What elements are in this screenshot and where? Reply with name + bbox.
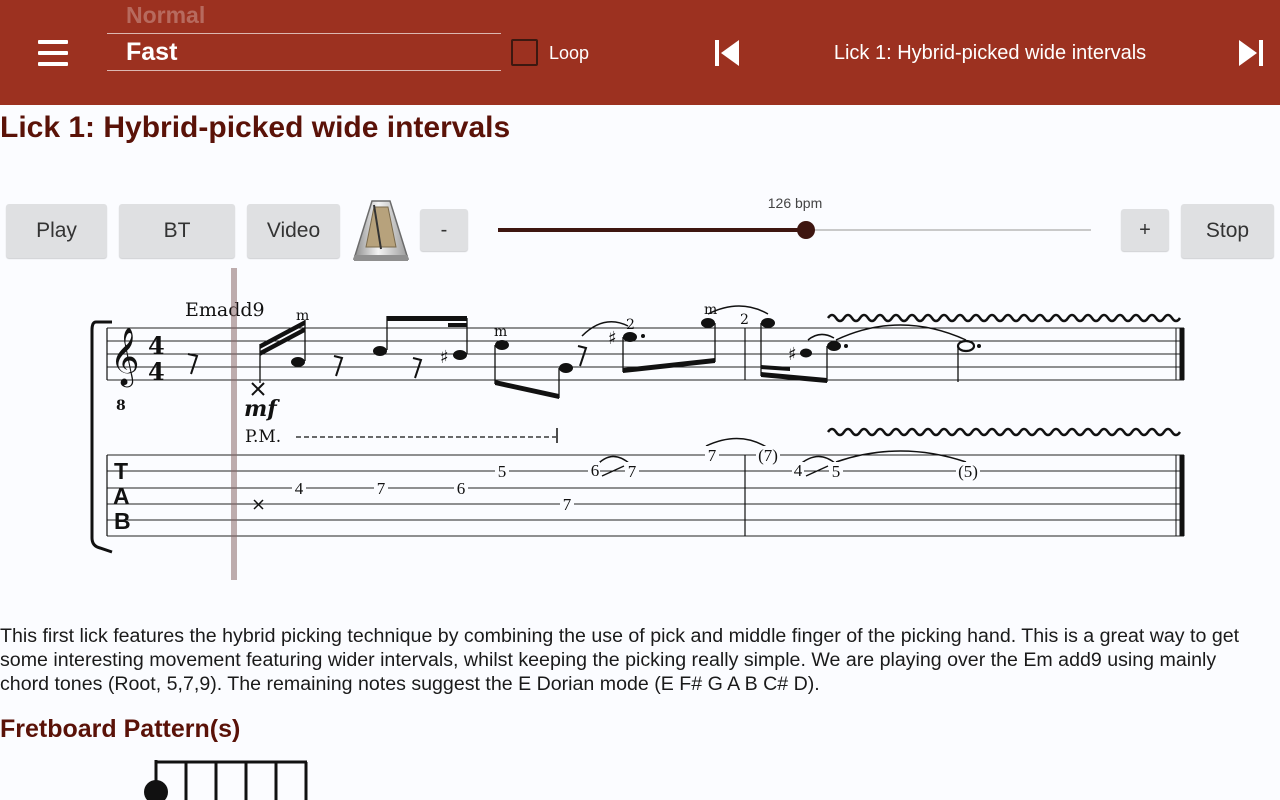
loop-checkbox[interactable]: [511, 39, 538, 66]
svg-text:7: 7: [563, 495, 572, 514]
top-app-bar: Normal Fast Loop Lick 1: Hybrid-picked w…: [0, 0, 1280, 105]
hamburger-menu-icon[interactable]: [34, 36, 72, 70]
svg-text:m: m: [494, 324, 507, 340]
svg-text:2: 2: [740, 312, 749, 328]
treble-clef-icon: 𝄞: [110, 327, 140, 388]
video-button[interactable]: Video: [247, 204, 340, 258]
picker-divider: [107, 33, 501, 34]
picker-divider: [107, 70, 501, 71]
note-heads: [291, 318, 841, 373]
tempo-slider[interactable]: [498, 221, 1091, 239]
system-bracket: [90, 320, 113, 554]
lesson-title: Lick 1: Hybrid-picked wide intervals: [833, 42, 1147, 64]
dot: [977, 344, 981, 348]
svg-text:4: 4: [794, 461, 803, 480]
finger-marks: m m m 2 2: [296, 302, 749, 340]
dot: [641, 334, 645, 338]
svg-text:T: T: [114, 458, 128, 484]
stop-button[interactable]: Stop: [1181, 204, 1274, 258]
svg-text:(7): (7): [758, 446, 778, 465]
slurs: [581, 305, 967, 467]
notation-area: 𝄞 8 4 4 Emadd9 ♯ ♯ ♯ m m m 2 2 mf P.M. T…: [0, 266, 1280, 586]
palm-mute-label: P.M.: [245, 427, 281, 447]
dynamic-marking: mf: [244, 396, 280, 422]
page-title: Lick 1: Hybrid-picked wide intervals: [0, 111, 511, 144]
clef-octave-label: 8: [116, 398, 126, 414]
time-signature-bottom: 4: [148, 357, 165, 386]
svg-text:B: B: [114, 508, 131, 534]
svg-text:♯: ♯: [788, 344, 797, 365]
svg-text:5: 5: [498, 462, 507, 481]
tempo-slider-thumb[interactable]: [797, 221, 816, 239]
speed-option-previous[interactable]: Normal: [126, 2, 205, 29]
lesson-description: This first lick features the hybrid pick…: [0, 625, 1240, 695]
tempo-slider-fill: [498, 228, 807, 232]
staff-lines: [107, 327, 1184, 381]
svg-text:6: 6: [457, 479, 466, 498]
fretboard-diagram: [144, 760, 308, 800]
metronome-icon[interactable]: [350, 197, 412, 264]
tab-clef: T A B: [113, 458, 131, 534]
dot: [844, 344, 848, 348]
svg-text:(5): (5): [958, 462, 978, 481]
speed-picker[interactable]: Normal Fast: [107, 0, 501, 72]
muted-note-icon: [251, 382, 265, 396]
vibrato-line: [826, 313, 1182, 323]
skip-previous-icon[interactable]: [712, 38, 742, 68]
play-button[interactable]: Play: [6, 204, 107, 258]
fretboard-section-title: Fretboard Pattern(s): [0, 715, 241, 743]
time-signature-top: 4: [148, 331, 165, 360]
svg-text:4: 4: [295, 479, 304, 498]
svg-text:5: 5: [832, 462, 841, 481]
tempo-label: 126 bpm: [767, 195, 823, 211]
score-tab: 𝄞 8 4 4 Emadd9 ♯ ♯ ♯ m m m 2 2 mf P.M. T…: [90, 268, 1185, 580]
playback-cursor: [231, 268, 237, 580]
svg-text:6: 6: [591, 461, 600, 480]
loop-label: Loop: [549, 43, 590, 63]
tempo-decrease-button[interactable]: -: [420, 209, 468, 251]
half-note-head: [956, 339, 976, 353]
fret-dot: [144, 780, 168, 800]
svg-text:7: 7: [708, 446, 717, 465]
rests: [187, 345, 588, 379]
vibrato-line: [826, 427, 1182, 437]
svg-text:♯: ♯: [608, 328, 617, 349]
svg-text:♯: ♯: [440, 347, 449, 368]
speed-option-selected[interactable]: Fast: [126, 38, 177, 67]
tempo-increase-button[interactable]: +: [1121, 209, 1169, 251]
svg-text:7: 7: [377, 479, 386, 498]
chord-symbol: Emadd9: [185, 299, 265, 321]
svg-text:m: m: [296, 308, 309, 324]
svg-text:7: 7: [628, 462, 637, 481]
svg-text:A: A: [113, 483, 130, 509]
backing-track-button[interactable]: BT: [119, 204, 235, 258]
tab-lines: [107, 454, 1184, 537]
skip-next-icon[interactable]: [1236, 38, 1266, 68]
